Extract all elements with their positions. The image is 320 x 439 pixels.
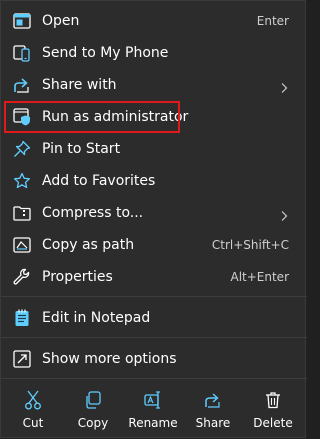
shield-admin-icon [11,106,33,128]
context-menu: Open Enter Send to My Phone Share with R… [0,0,307,439]
menu-item-label: Properties [42,269,113,285]
copy-icon [83,390,103,410]
menu-item-show-more-options[interactable]: Show more options [5,344,301,374]
menu-item-label: Share with [42,77,117,93]
share-icon [11,74,33,96]
shortcut-hint: Enter [256,14,289,28]
wrench-icon [11,266,33,288]
menu-item-label: Copy as path [42,237,135,253]
zip-folder-icon [11,202,33,224]
chevron-right-icon [279,79,289,93]
menu-item-label: Open [42,13,80,29]
phone-icon [11,42,33,64]
shortcut-hint: Alt+Enter [230,270,289,284]
open-app-icon [11,10,33,32]
menu-separator [1,378,307,379]
delete-label: Delete [253,416,293,430]
shortcut-hint: Ctrl+Shift+C [211,238,289,252]
menu-item-share-with[interactable]: Share with [5,70,301,100]
scissors-icon [23,390,43,410]
menu-item-add-to-favorites[interactable]: Add to Favorites [5,166,301,196]
copy-path-icon [11,234,33,256]
rename-button[interactable]: Rename [123,381,183,439]
cut-label: Cut [22,416,44,430]
star-icon [11,170,33,192]
more-options-icon [11,348,33,370]
menu-item-label: Add to Favorites [42,173,156,189]
menu-item-label: Show more options [42,351,177,367]
menu-item-label: Send to My Phone [42,45,169,61]
menu-item-copy-as-path[interactable]: Copy as path Ctrl+Shift+C [5,230,301,260]
delete-button[interactable]: Delete [243,381,303,439]
share-icon [203,390,223,410]
pin-icon [11,138,33,160]
menu-item-run-as-admin[interactable]: Run as administrator [5,102,301,132]
menu-item-pin-to-start[interactable]: Pin to Start [5,134,301,164]
menu-separator [1,296,307,297]
trash-icon [263,390,283,410]
menu-item-open[interactable]: Open Enter [5,6,301,36]
menu-item-label: Edit in Notepad [42,310,151,326]
menu-separator [1,337,307,338]
rename-icon [143,390,163,410]
menu-item-label: Run as administrator [42,109,189,125]
share-label: Share [195,416,231,430]
copy-button[interactable]: Copy [63,381,123,439]
notepad-icon [11,307,33,329]
menu-item-compress-to[interactable]: Compress to... [5,198,301,228]
menu-item-send-to-phone[interactable]: Send to My Phone [5,38,301,68]
quick-action-bar: Cut Copy Rename Share Delete [1,381,307,439]
rename-label: Rename [128,416,178,430]
chevron-right-icon [279,207,289,221]
menu-item-edit-in-notepad[interactable]: Edit in Notepad [5,303,301,333]
cut-button[interactable]: Cut [3,381,63,439]
share-button[interactable]: Share [183,381,243,439]
menu-item-label: Compress to... [42,205,144,221]
menu-item-label: Pin to Start [42,141,121,157]
menu-item-properties[interactable]: Properties Alt+Enter [5,262,301,292]
copy-label: Copy [77,416,109,430]
